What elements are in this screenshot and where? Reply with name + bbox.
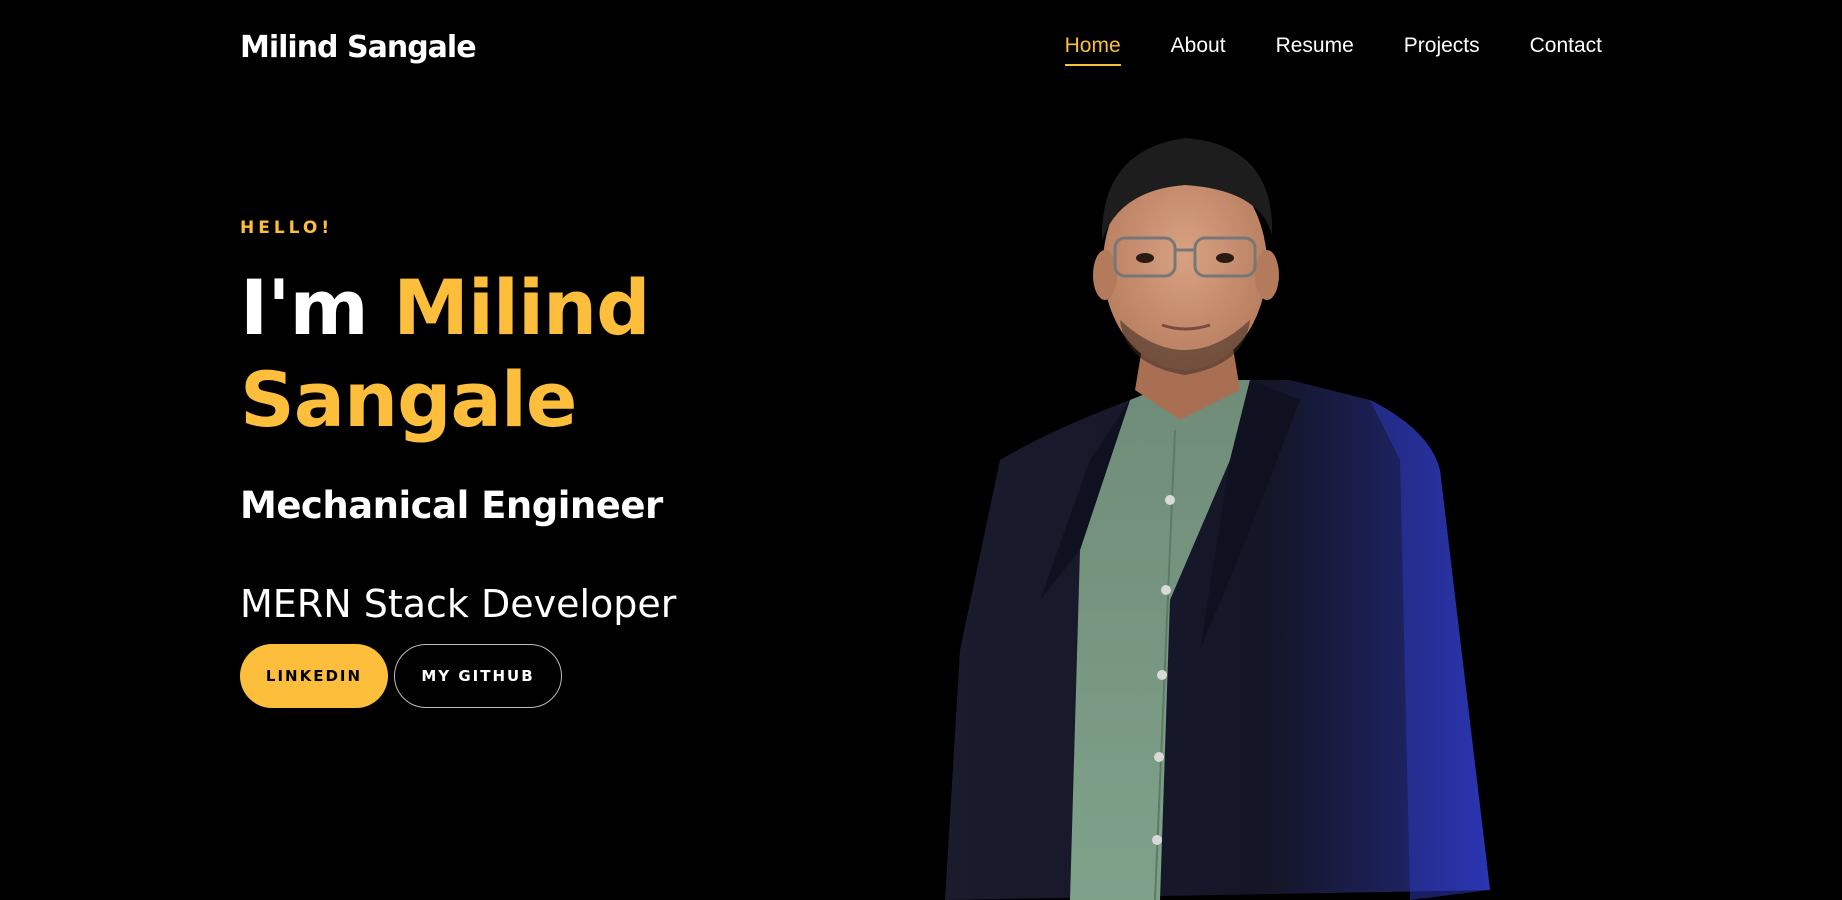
hero-intro: I'm	[240, 263, 369, 352]
hero-role-primary: Mechanical Engineer	[240, 484, 663, 527]
hero-name-first: Milind	[393, 263, 650, 352]
nav-item-projects[interactable]: Projects	[1404, 34, 1480, 66]
github-button[interactable]: MY GITHUB	[394, 644, 562, 708]
page: Milind Sangale Home About Resume Project…	[0, 0, 1842, 900]
hero-buttons: LINKEDIN MY GITHUB	[240, 644, 562, 708]
nav-item-contact[interactable]: Contact	[1530, 34, 1602, 66]
portrait-photo	[945, 138, 1490, 900]
hero-headline: I'm Milind Sangale	[240, 262, 840, 446]
nav-item-about[interactable]: About	[1171, 34, 1226, 66]
nav-item-home[interactable]: Home	[1064, 34, 1121, 66]
hero-role-secondary: MERN Stack Developer	[240, 582, 677, 626]
brand-logo[interactable]: Milind Sangale	[240, 30, 477, 65]
linkedin-button[interactable]: LINKEDIN	[240, 644, 388, 708]
main-nav: Home About Resume Projects Contact	[1064, 34, 1602, 66]
nav-item-resume[interactable]: Resume	[1276, 34, 1354, 66]
hero-greeting: HELLO!	[240, 218, 334, 238]
hero-name-last: Sangale	[240, 355, 577, 444]
